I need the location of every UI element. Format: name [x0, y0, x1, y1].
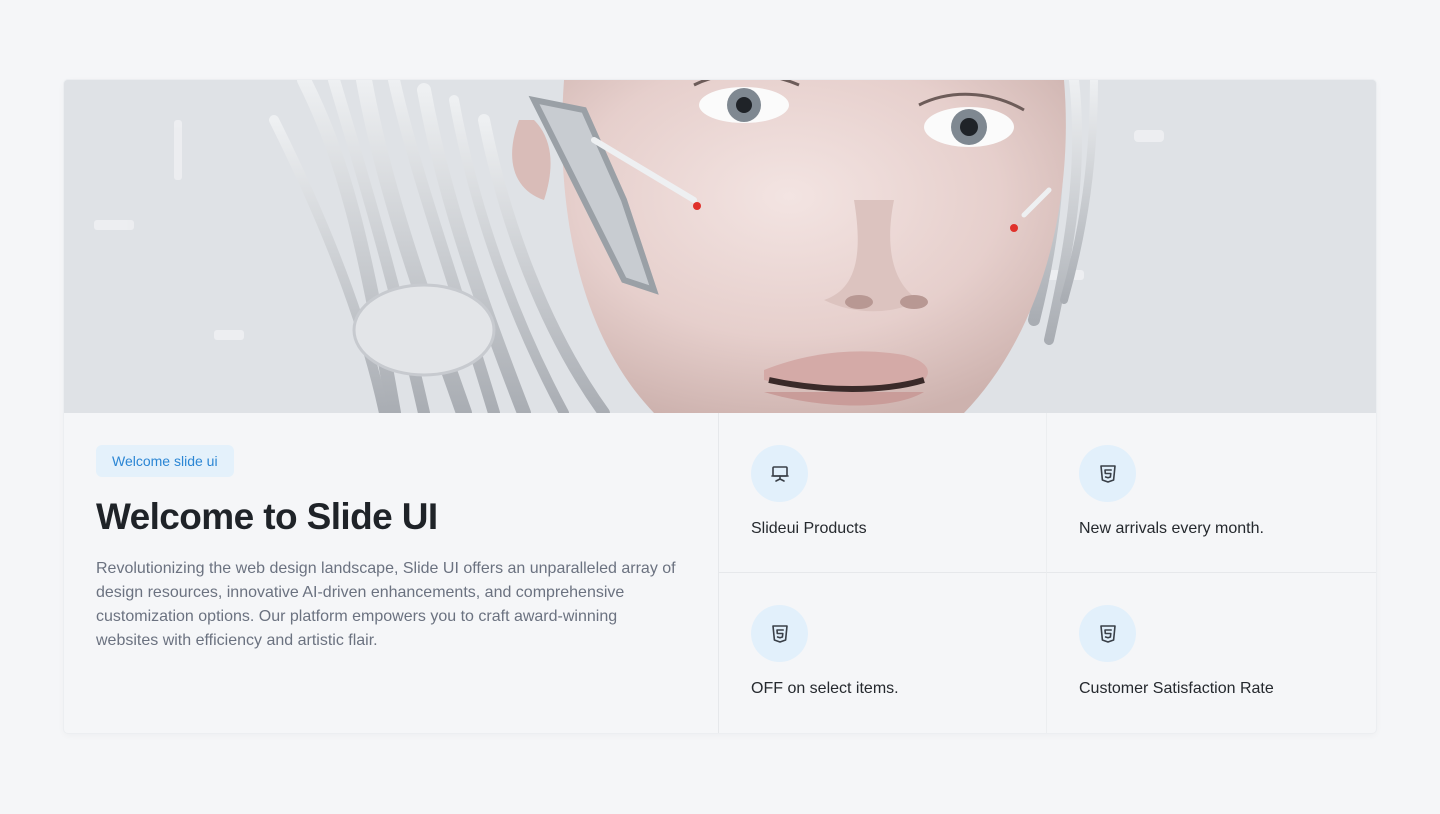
features-grid: Slideui Products New arrivals every mont…	[719, 413, 1376, 733]
feature-label: Customer Satisfaction Rate	[1079, 680, 1274, 697]
html5-icon	[1079, 445, 1136, 502]
html5-icon	[1079, 605, 1136, 662]
html5-icon	[751, 605, 808, 662]
intro-description: Revolutionizing the web design landscape…	[96, 560, 676, 649]
feature-card-products: Slideui Products	[719, 413, 1047, 573]
presentation-icon	[751, 445, 808, 502]
feature-card-arrivals: New arrivals every month.	[1047, 413, 1376, 573]
feature-card-offers: OFF on select items.	[719, 573, 1047, 733]
hero-image	[64, 80, 1376, 413]
hero-card: Welcome slide ui Welcome to Slide UI Rev…	[64, 80, 1376, 733]
feature-card-satisfaction: Customer Satisfaction Rate	[1047, 573, 1376, 733]
welcome-badge: Welcome slide ui	[96, 445, 234, 477]
feature-label: Slideui Products	[751, 520, 867, 537]
page-title: Welcome to Slide UI	[96, 496, 438, 537]
android-face-illustration	[64, 80, 1376, 413]
feature-label: OFF on select items.	[751, 680, 899, 697]
feature-label: New arrivals every month.	[1079, 520, 1264, 537]
intro-section: Welcome slide ui Welcome to Slide UI Rev…	[64, 413, 719, 733]
